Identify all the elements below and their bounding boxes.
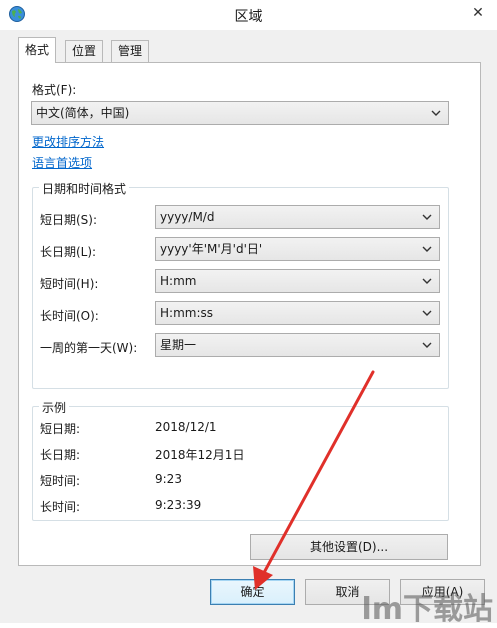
example-short-date-value: 2018/12/1: [155, 420, 217, 434]
long-time-dropdown[interactable]: H:mm:ss: [155, 301, 440, 325]
format-dropdown-value: 中文(简体，中国): [36, 106, 130, 120]
examples-group: 示例 短日期: 2018/12/1 长日期: 2018年12月1日 短时间: 9…: [32, 399, 449, 521]
watermark-logo: lm下载站: [361, 592, 493, 627]
long-time-label: 长时间(O):: [40, 309, 99, 323]
short-time-value: H:mm: [160, 274, 197, 288]
datetime-group-legend: 日期和时间格式: [39, 180, 130, 197]
example-long-time-value: 9:23:39: [155, 498, 202, 512]
tab-admin[interactable]: 管理: [111, 40, 150, 62]
first-day-label: 一周的第一天(W):: [40, 341, 138, 355]
chevron-down-icon: [422, 214, 432, 220]
language-pref-link[interactable]: 语言首选项: [32, 154, 92, 171]
tab-location[interactable]: 位置: [65, 40, 104, 62]
example-long-date-label: 长日期:: [40, 448, 81, 462]
long-date-dropdown[interactable]: yyyy'年'M'月'd'日': [155, 237, 440, 261]
short-date-dropdown[interactable]: yyyy/M/d: [155, 205, 440, 229]
example-short-time-value: 9:23: [155, 472, 182, 486]
long-time-value: H:mm:ss: [160, 306, 213, 320]
example-short-time-label: 短时间:: [40, 474, 81, 488]
example-short-date-label: 短日期:: [40, 422, 81, 436]
ok-button[interactable]: 确定: [210, 579, 295, 605]
window-title: 区域: [234, 9, 263, 25]
example-long-date-value: 2018年12月1日: [155, 448, 245, 462]
title-bar: 区域 ✕: [0, 0, 497, 30]
format-label: 格式(F):: [32, 83, 77, 97]
short-time-label: 短时间(H):: [40, 277, 99, 291]
chevron-down-icon: [422, 246, 432, 252]
change-sort-link[interactable]: 更改排序方法: [32, 133, 104, 150]
short-time-dropdown[interactable]: H:mm: [155, 269, 440, 293]
example-long-time-label: 长时间:: [40, 500, 81, 514]
long-date-value: yyyy'年'M'月'd'日': [160, 242, 263, 256]
close-button[interactable]: ✕: [461, 1, 495, 25]
chevron-down-icon: [431, 110, 441, 116]
short-date-value: yyyy/M/d: [160, 210, 215, 224]
other-settings-button[interactable]: 其他设置(D)...: [250, 534, 448, 560]
chevron-down-icon: [422, 310, 432, 316]
format-dropdown[interactable]: 中文(简体，中国): [31, 101, 449, 125]
tab-format[interactable]: 格式: [18, 37, 57, 63]
chevron-down-icon: [422, 342, 432, 348]
tab-panel-format: 格式(F): 中文(简体，中国) 更改排序方法 语言首选项 日期和时间格式 短日…: [18, 62, 481, 566]
short-date-label: 短日期(S):: [40, 213, 98, 227]
first-day-dropdown[interactable]: 星期一: [155, 333, 440, 357]
first-day-value: 星期一: [160, 338, 197, 352]
long-date-label: 长日期(L):: [40, 245, 97, 259]
examples-group-legend: 示例: [39, 399, 70, 416]
datetime-format-group: 日期和时间格式 短日期(S): yyyy/M/d 长日期(L): yyyy'年'…: [32, 180, 449, 389]
chevron-down-icon: [422, 278, 432, 284]
close-icon: ✕: [472, 5, 484, 21]
